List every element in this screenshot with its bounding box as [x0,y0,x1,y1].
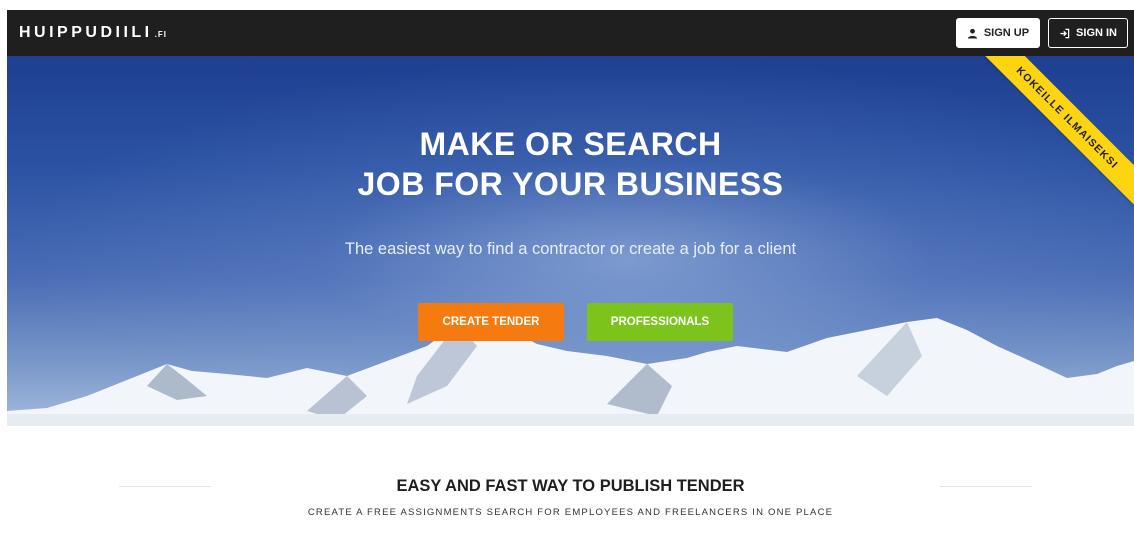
brand-logo[interactable]: HUIPPUDIILI .FI [19,24,167,42]
ribbon-container: KOKEILLE ILMAISEKSI [984,56,1134,206]
sign-up-button[interactable]: SIGN UP [955,18,1041,48]
sign-in-button[interactable]: SIGN IN [1048,18,1128,48]
brand-tld: .FI [154,30,167,39]
hero-title-line2: JOB FOR YOUR BUSINESS [357,166,784,202]
hero-banner: MAKE OR SEARCH JOB FOR YOUR BUSINESS The… [7,56,1134,426]
hero-title-line1: MAKE OR SEARCH [419,126,722,162]
create-tender-button[interactable]: CREATE TENDER [418,303,564,341]
hero-title: MAKE OR SEARCH JOB FOR YOUR BUSINESS [7,124,1134,204]
page: HUIPPUDIILI .FI SIGN UP SIGN IN MAKE OR … [7,10,1134,548]
professionals-button[interactable]: PROFESSIONALS [587,303,733,341]
sign-in-icon [1059,28,1070,39]
section-title: EASY AND FAST WAY TO PUBLISH TENDER [396,477,745,495]
navbar: HUIPPUDIILI .FI SIGN UP SIGN IN [7,10,1134,56]
sign-up-label: SIGN UP [983,27,1030,39]
user-icon [967,28,978,39]
mountains-illustration [7,318,1134,426]
section-subtitle: CREATE A FREE ASSIGNMENTS SEARCH FOR EMP… [307,507,834,518]
brand-name: HUIPPUDIILI [19,24,153,41]
try-free-ribbon[interactable]: KOKEILLE ILMAISEKSI [984,56,1134,206]
nav-actions: SIGN UP SIGN IN [955,18,1128,48]
hero-subtitle: The easiest way to find a contractor or … [344,240,797,258]
sign-in-label: SIGN IN [1076,27,1117,39]
